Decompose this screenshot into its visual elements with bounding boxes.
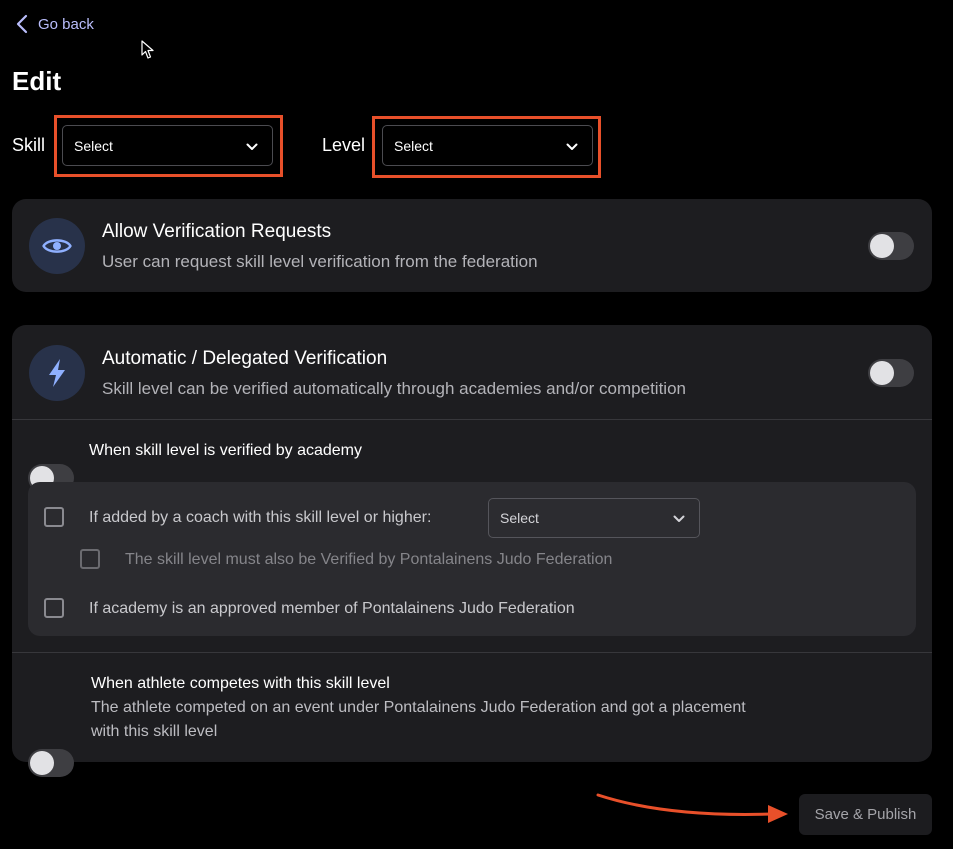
verification-requests-toggle[interactable]	[868, 232, 914, 260]
federation-verified-checkbox[interactable]	[80, 549, 100, 569]
lightning-bolt-icon	[29, 345, 85, 401]
coach-skill-label: If added by a coach with this skill leve…	[89, 509, 432, 526]
competition-verification-toggle[interactable]	[28, 749, 74, 777]
go-back-label: Go back	[38, 15, 94, 33]
federation-verified-label: The skill level must also be Verified by…	[125, 551, 613, 568]
verification-requests-subtitle: User can request skill level verificatio…	[102, 252, 538, 271]
level-label: Level	[322, 135, 366, 155]
annotation-arrow	[596, 793, 788, 823]
go-back-link[interactable]: Go back	[16, 12, 94, 36]
automatic-verification-card: Automatic / Delegated Verification Skill…	[12, 325, 932, 777]
level-select[interactable]: Select	[382, 125, 593, 166]
approved-member-checkbox[interactable]	[44, 598, 64, 618]
approved-member-label: If academy is an approved member of Pont…	[89, 600, 575, 617]
academy-options-panel: If added by a coach with this skill leve…	[28, 482, 916, 636]
automatic-verification-title: Automatic / Delegated Verification	[102, 348, 388, 369]
save-publish-button[interactable]: Save & Publish	[799, 794, 932, 835]
coach-skill-level-select[interactable]: Select	[488, 498, 700, 538]
mouse-cursor-icon	[141, 40, 155, 65]
competition-verification-title: When athlete competes with this skill le…	[91, 675, 390, 692]
verification-requests-title: Allow Verification Requests	[102, 221, 332, 242]
chevron-down-icon	[673, 510, 685, 526]
level-select-value: Select	[394, 137, 433, 154]
chevron-down-icon	[246, 138, 258, 154]
eye-icon	[29, 218, 85, 274]
chevron-left-icon	[16, 14, 28, 34]
verification-requests-card: Allow Verification Requests User can req…	[12, 199, 932, 292]
competition-verification-description: The athlete competed on an event under P…	[91, 699, 746, 740]
chevron-down-icon	[566, 138, 578, 154]
automatic-verification-toggle[interactable]	[868, 359, 914, 387]
skill-select[interactable]: Select	[62, 125, 273, 166]
section-divider	[12, 652, 932, 653]
section-divider	[12, 419, 932, 420]
coach-skill-checkbox[interactable]	[44, 507, 64, 527]
page-title: Edit	[12, 66, 62, 96]
coach-skill-select-value: Select	[500, 510, 539, 526]
automatic-verification-subtitle: Skill level can be verified automaticall…	[102, 379, 686, 398]
skill-label: Skill	[12, 135, 46, 155]
academy-verification-label: When skill level is verified by academy	[89, 442, 362, 459]
skill-select-value: Select	[74, 137, 113, 154]
